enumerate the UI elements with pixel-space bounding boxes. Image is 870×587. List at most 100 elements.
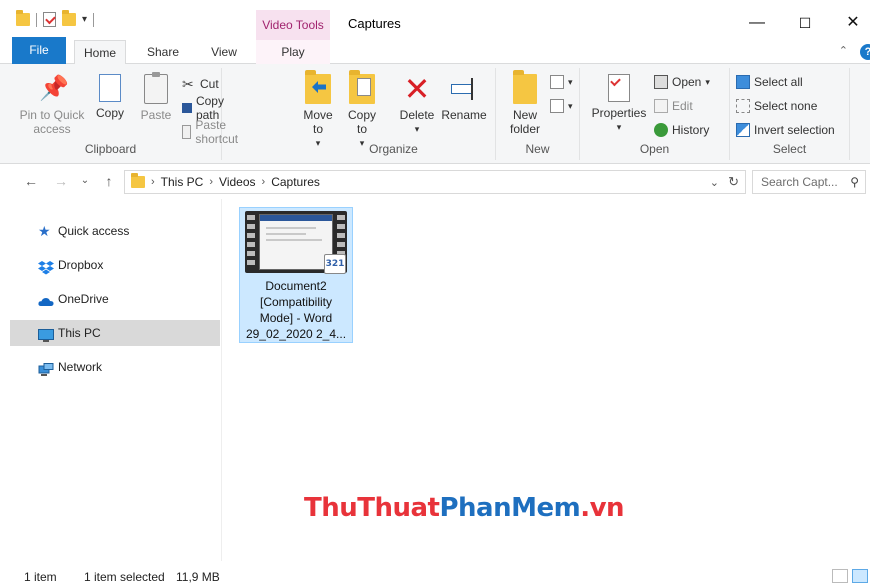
cut-button[interactable]: ✂ Cut [182,74,219,94]
tab-share[interactable]: Share [136,40,190,64]
nav-item-label: This PC [58,326,101,340]
back-arrow-icon[interactable]: ← [22,173,40,189]
nav-item-label: Network [58,360,103,374]
move-to-label: Move to [303,108,333,136]
refresh-icon[interactable]: ↻ [728,174,739,190]
help-icon[interactable]: ? [860,44,870,60]
collapse-ribbon-icon[interactable]: ⌃ [839,44,848,57]
easy-access-icon [550,99,564,113]
search-icon: ⚲ [850,175,859,189]
film-strip [247,215,255,269]
paste-shortcut-button[interactable]: Paste shortcut [182,118,243,146]
select-none-label: Select none [754,99,818,113]
select-all-label: Select all [754,75,803,89]
copy-icon [99,74,121,102]
copy-path-icon [182,103,192,113]
up-arrow-icon[interactable]: ↑ [100,173,118,189]
open-icon [654,75,668,89]
new-group-label: New [525,142,550,156]
new-folder-label: New folder [509,108,541,136]
copy-to-button[interactable]: Copy to ▾ [344,70,380,150]
breadcrumb-captures[interactable]: Captures [271,175,320,189]
easy-access-button[interactable]: ▾ [550,96,573,116]
paste-label: Paste [140,108,172,122]
open-button[interactable]: Open ▾ [654,72,710,92]
new-group: New folder ▾ ▾ New [496,68,580,160]
minimize-button[interactable]: — [734,10,780,36]
move-to-button[interactable]: Move to ▾ [298,70,338,150]
rename-button[interactable]: Rename [440,74,488,122]
copy-path-button[interactable]: Copy path [182,94,230,122]
selected-size: 11,9 MB [176,570,220,584]
new-item-icon [550,75,564,89]
properties-icon [608,74,630,102]
forward-arrow-icon[interactable]: → [52,173,70,189]
file-item[interactable]: 321 Document2 [Compatibility Mode] - Wor… [239,207,353,343]
file-name-line: [Compatibility [259,295,333,309]
nav-item-this-pc[interactable]: This PC [10,320,220,346]
star-icon: ★ [38,223,51,239]
file-name-line: Document2 [265,279,327,293]
folder-icon [131,173,145,188]
invert-selection-label: Invert selection [754,123,835,137]
nav-item-quick-access[interactable]: ★ Quick access [10,218,220,244]
edit-button[interactable]: Edit [654,96,693,116]
breadcrumb-separator-icon[interactable]: › [262,176,266,188]
select-all-button[interactable]: Select all [736,72,803,92]
new-folder-button[interactable]: New folder [504,70,546,136]
tab-home[interactable]: Home [74,40,126,65]
organize-group: Move to ▾ Copy to ▾ ✕ Delete ▾ Rename Or… [292,68,496,160]
paste-shortcut-icon [182,125,192,139]
new-item-button[interactable]: ▾ [550,72,573,92]
close-button[interactable]: ✕ [830,10,870,36]
nav-item-label: Dropbox [58,258,104,272]
select-none-button[interactable]: Select none [736,96,817,116]
delete-button[interactable]: ✕ Delete ▾ [396,73,438,136]
properties-qat-icon[interactable] [43,12,56,27]
paste-button[interactable]: Paste [136,72,176,122]
properties-chevron-icon: ▾ [616,122,622,132]
details-view-icon[interactable] [832,569,848,583]
customize-qat-dropdown-icon[interactable]: ▾ [82,14,87,25]
navigation-pane: ★ Quick access Dropbox OneDrive This PC … [0,199,222,561]
clipboard-icon [144,72,168,104]
computer-icon [38,326,54,342]
nav-item-network[interactable]: Network [10,354,220,380]
item-count: 1 item [24,570,57,584]
pin-to-quick-access-button[interactable]: 📌 Pin to Quick access [16,74,88,136]
invert-selection-button[interactable]: Invert selection [736,120,835,140]
video-tools-context-tab: Video Tools [256,10,330,40]
nav-item-onedrive[interactable]: OneDrive [10,286,220,312]
history-button[interactable]: History [654,120,709,140]
cut-label: Cut [200,77,219,91]
watermark-part: PhanMem [439,493,581,523]
new-item-chevron-icon: ▾ [568,76,573,87]
network-icon [38,360,54,376]
properties-button[interactable]: Properties ▾ [588,74,650,134]
new-folder-qat-icon[interactable] [62,10,76,26]
nav-item-dropbox[interactable]: Dropbox [10,252,220,278]
address-dropdown-icon[interactable]: ⌄ [710,176,719,189]
tab-play[interactable]: Play [256,40,330,64]
dropbox-icon [38,258,54,275]
ribbon-tabs: File Home Share View Play ⌃ ? [0,37,870,65]
copy-to-label: Copy to [347,108,376,136]
breadcrumb-this-pc[interactable]: This PC [161,175,204,189]
breadcrumb-videos[interactable]: Videos [219,175,255,189]
status-bar: 1 item 1 item selected 11,9 MB [0,561,870,587]
properties-label: Properties [591,106,647,120]
recent-locations-chevron-icon[interactable]: ⌄ [76,175,94,186]
tab-file[interactable]: File [12,37,66,64]
address-bar[interactable]: › This PC › Videos › Captures ⌄ ↻ [124,170,746,194]
breadcrumb-separator-icon[interactable]: › [209,176,213,188]
file-name: Document2 [Compatibility Mode] - Word 29… [242,278,350,342]
maximize-button[interactable]: ☐ [782,10,828,36]
folder-icon [16,10,30,26]
copy-button[interactable]: Copy [92,74,128,120]
tab-view[interactable]: View [198,40,250,64]
search-input[interactable]: Search Capt... ⚲ [752,170,866,194]
large-icons-view-icon[interactable] [852,569,868,583]
divider [93,12,95,27]
breadcrumb-separator-icon[interactable]: › [151,176,155,188]
cloud-icon [38,292,54,306]
